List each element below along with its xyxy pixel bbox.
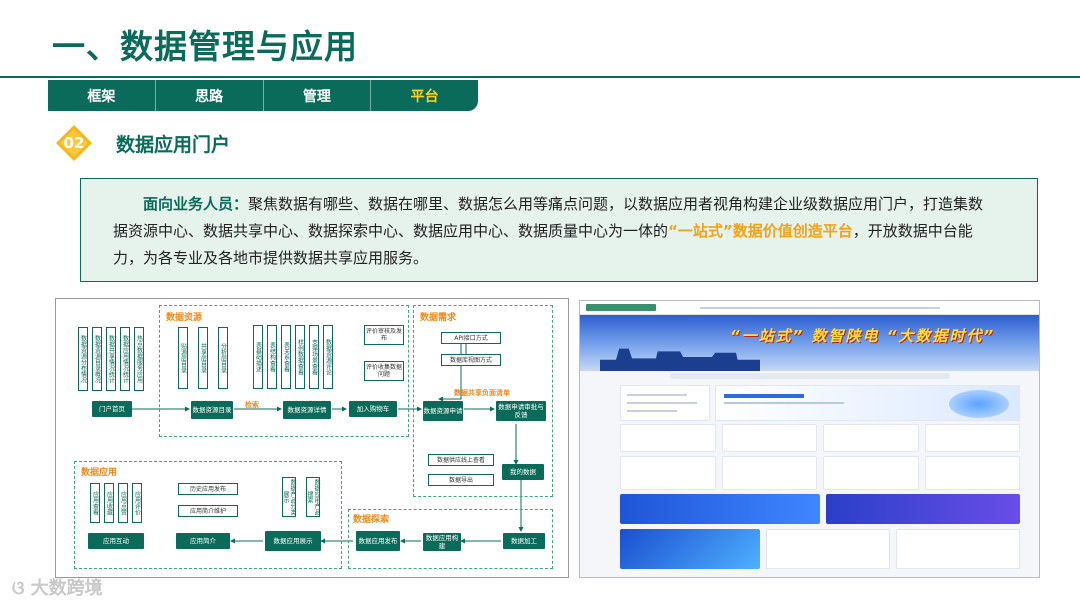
- text-line: [627, 402, 697, 404]
- node-catalog: 数据资源目录: [191, 401, 233, 419]
- api-item: 数据库视图方式: [441, 354, 501, 366]
- node-display: 数据应用展示: [265, 531, 321, 551]
- detail-item: 表结构查看: [267, 325, 277, 389]
- history-item: 应用简介维护: [178, 505, 238, 517]
- hero-text: [724, 402, 844, 404]
- page-title: 一、数据管理与应用: [52, 27, 358, 66]
- interact-item: 应用评价: [132, 483, 142, 523]
- watermark: ଓ 大数跨境: [12, 574, 103, 600]
- catalog-item: 共享层目录: [198, 327, 208, 389]
- node-approve: 数据申请审批与反馈: [496, 401, 546, 421]
- tag-search: 检索: [245, 401, 259, 409]
- portal-card[interactable]: [924, 424, 1020, 452]
- my-data-item: 数据供应线上查看: [428, 454, 494, 466]
- group-resource-label: 数据资源: [166, 313, 203, 323]
- review-item: 评价收集数据问题: [364, 361, 404, 381]
- portal-slogan: “一站式” 数智陕电 “大数据时代”: [730, 327, 996, 345]
- portal-card[interactable]: [823, 424, 919, 452]
- description-lead: 面向业务人员：: [143, 195, 249, 213]
- portal-card[interactable]: [721, 424, 817, 452]
- watermark-text: 大数跨境: [30, 578, 103, 599]
- portal-item: 热点数据服务应用: [134, 327, 144, 391]
- text-line: [627, 394, 687, 396]
- portal-left-panel: [620, 385, 710, 421]
- hero-heading: [724, 394, 804, 398]
- portal-purple-banner[interactable]: [826, 494, 1020, 524]
- tab-bar: 框架 思路 管理 平台: [48, 80, 478, 111]
- portal-screenshot: “一站式” 数智陕电 “大数据时代”: [579, 300, 1040, 578]
- tab-management[interactable]: 管理: [264, 80, 372, 111]
- portal-flow-diagram: 数据资源 数据需求 数据应用 数据探索 数据资源分布情况 数据资源目录概况 数据…: [55, 298, 569, 578]
- detail-item: 样例数据查看: [295, 325, 305, 389]
- display-item: 数据产品分类展示: [282, 477, 296, 517]
- portal-item: 数据资源分布情况: [78, 327, 88, 391]
- portal-item: 数据资源目录概况: [92, 327, 102, 391]
- detail-item: 表关系查看: [281, 325, 291, 389]
- portal-item: 数据应用情况统计: [120, 327, 130, 391]
- api-item: API接口方式: [441, 332, 501, 344]
- node-my-data: 我的数据: [502, 464, 544, 480]
- description-highlight: “一站式”数据价值创造平台: [668, 222, 853, 240]
- catalog-item: 贴源层目录: [178, 327, 188, 389]
- portal-footer-card[interactable]: [896, 529, 1020, 569]
- group-application-label: 数据应用: [81, 468, 118, 478]
- portal-nav: [580, 301, 1039, 315]
- node-apply: 数据资源申请: [423, 401, 463, 421]
- display-item: 数据应用产品搜索: [306, 477, 320, 517]
- portal-banner: “一站式” 数智陕电 “大数据时代”: [580, 315, 1039, 371]
- watermark-icon: ଓ: [12, 578, 31, 599]
- portal-hero-card: [715, 385, 1020, 421]
- group-demand-label: 数据需求: [420, 313, 457, 323]
- interact-item: 应用查看: [90, 483, 100, 523]
- title-rule: [0, 76, 1080, 78]
- portal-card[interactable]: [924, 456, 1020, 490]
- tab-framework[interactable]: 框架: [48, 80, 156, 111]
- detail-item: 支撑场景查看: [309, 325, 319, 389]
- portal-card-row: [620, 424, 1020, 452]
- portal-footer-row: [620, 529, 1020, 569]
- node-detail: 数据资源详情: [283, 401, 331, 419]
- tab-platform[interactable]: 平台: [371, 80, 478, 111]
- interact-item: 应用点赞: [118, 483, 128, 523]
- group-explore-label: 数据探索: [353, 515, 390, 525]
- portal-card[interactable]: [823, 456, 919, 490]
- node-build: 数据应用构建: [423, 533, 461, 551]
- portal-card[interactable]: [620, 424, 716, 452]
- node-intro: 应用简介: [176, 533, 230, 549]
- portal-card[interactable]: [721, 456, 817, 490]
- portal-card-row: [620, 456, 1020, 490]
- my-data-item: 数据导出: [428, 474, 494, 486]
- portal-search-bar: [670, 373, 950, 379]
- history-item: 历史应用发布: [178, 483, 238, 495]
- portal-item: 数据共享情况统计: [106, 327, 116, 391]
- detail-item: 表基础描述: [253, 325, 263, 389]
- section-number: 02: [63, 134, 85, 152]
- interact-item: 应用收藏: [104, 483, 114, 523]
- portal-blue-banner[interactable]: [620, 494, 820, 524]
- node-portal-home: 门户首页: [92, 401, 132, 417]
- city-skyline-image: [600, 348, 760, 371]
- detail-item: 数据资源评论: [323, 325, 333, 389]
- section-number-badge: 02: [55, 124, 93, 162]
- node-processing: 数据加工: [503, 533, 545, 549]
- tab-approach[interactable]: 思路: [156, 80, 264, 111]
- node-publish: 数据应用发布: [356, 531, 400, 551]
- section-title: 数据应用门户: [116, 134, 231, 156]
- portal-footer-image: [620, 529, 760, 569]
- description-box: 面向业务人员：聚焦数据有哪些、数据在哪里、数据怎么用等痛点问题，以数据应用者视角…: [80, 178, 1038, 282]
- node-cart: 加入购物车: [349, 401, 397, 417]
- portal-card[interactable]: [620, 456, 716, 490]
- portal-logo: [586, 304, 656, 311]
- review-item: 评价审核及发布: [364, 325, 404, 345]
- portal-nav-links: [700, 307, 940, 309]
- node-interact: 应用互动: [88, 533, 144, 549]
- catalog-item: 分析层目录: [218, 327, 228, 389]
- hero-graphic: [949, 390, 1009, 418]
- portal-footer-card[interactable]: [766, 529, 890, 569]
- text-line: [627, 410, 677, 412]
- tag-share-list: 数据共享负面清单: [454, 389, 510, 397]
